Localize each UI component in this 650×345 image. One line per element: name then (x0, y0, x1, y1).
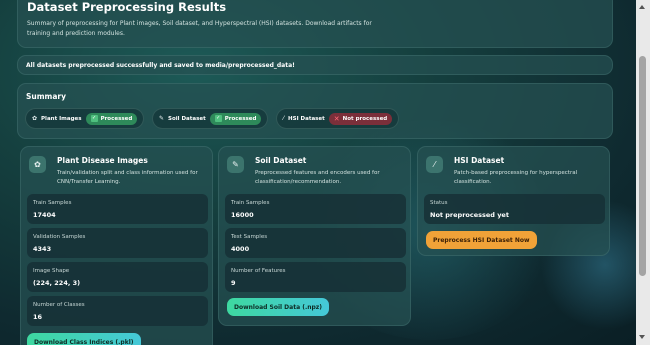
stat-number-of-classes: Number of Classes 16 (27, 296, 208, 326)
page-description: Summary of preprocessing for Plant image… (27, 20, 372, 37)
vertical-scrollbar[interactable] (636, 0, 650, 345)
stat-label: Number of Classes (33, 302, 85, 308)
scroll-down-arrow-icon[interactable] (639, 335, 645, 339)
stat-image-shape: Image Shape (224, 224, 3) (27, 262, 208, 292)
pencil-icon: ✎ (227, 156, 244, 173)
leaf-icon: ✿ (32, 115, 38, 122)
stat-value: 4343 (33, 245, 52, 253)
stat-status: Status Not preprocessed yet (424, 194, 605, 224)
hsi-dataset-card: ⁄ HSI Dataset Patch-based preprocessing … (417, 146, 610, 256)
stat-label: Image Shape (33, 268, 70, 274)
chip-label: HSI Dataset (288, 115, 325, 122)
stat-number-of-features: Number of Features 9 (225, 262, 406, 292)
stat-value: 17404 (33, 211, 56, 219)
preprocess-hsi-button[interactable]: Preprocess HSI Dataset Now (426, 231, 537, 249)
stat-value: 9 (231, 279, 236, 287)
stat-value: Not preprocessed yet (430, 211, 509, 219)
status-text: Processed (224, 115, 257, 122)
check-icon: ✓ (214, 115, 222, 122)
chip-label: Soil Dataset (168, 115, 206, 122)
status-badge: ✓ Processed (209, 112, 262, 125)
stat-test-samples: Test Samples 4000 (225, 228, 406, 258)
success-alert: All datasets preprocessed successfully a… (17, 55, 613, 75)
brush-icon: ⁄ (283, 115, 285, 122)
stat-value: 16 (33, 313, 43, 321)
card-description: Patch-based preprocessing for hyperspect… (454, 170, 578, 185)
status-badge: ✓ Processed (85, 112, 138, 125)
stat-value: 4000 (231, 245, 250, 253)
stat-label: Status (430, 200, 448, 206)
status-badge: ✕ Not processed (328, 112, 393, 125)
scrollbar-thumb[interactable] (639, 56, 646, 276)
stat-value: (224, 224, 3) (33, 279, 81, 287)
stat-validation-samples: Validation Samples 4343 (27, 228, 208, 258)
scroll-up-arrow-icon[interactable] (639, 5, 645, 9)
card-title: Soil Dataset (255, 156, 307, 165)
stat-label: Train Samples (231, 200, 270, 206)
status-text: Not processed (342, 115, 388, 122)
stat-value: 16000 (231, 211, 254, 219)
page-header: Dataset Preprocessing Results Summary of… (17, 0, 613, 48)
summary-chip-hsi: ⁄ HSI Dataset ✕ Not processed (276, 108, 400, 129)
chip-label: Plant Images (41, 115, 82, 122)
stat-label: Test Samples (231, 234, 268, 240)
summary-panel: Summary ✿ Plant Images ✓ Processed ✎ Soi… (17, 83, 613, 139)
stat-label: Train Samples (33, 200, 72, 206)
stat-train-samples: Train Samples 16000 (225, 194, 406, 224)
plant-dataset-card: ✿ Plant Disease Images Train/validation … (20, 146, 213, 345)
stat-label: Number of Features (231, 268, 286, 274)
leaf-icon: ✿ (29, 156, 46, 173)
summary-title: Summary (26, 92, 67, 101)
card-title: HSI Dataset (454, 156, 505, 165)
status-text: Processed (100, 115, 133, 122)
stat-train-samples: Train Samples 17404 (27, 194, 208, 224)
alert-message: All datasets preprocessed successfully a… (26, 62, 295, 69)
brush-icon: ⁄ (426, 156, 443, 173)
download-soil-data-button[interactable]: Download Soil Data (.npz) (227, 298, 330, 316)
page-viewport: Dataset Preprocessing Results Summary of… (0, 0, 636, 345)
summary-chip-soil: ✎ Soil Dataset ✓ Processed (152, 108, 269, 129)
summary-chip-plant: ✿ Plant Images ✓ Processed (25, 108, 145, 129)
card-description: Preprocessed features and encoders used … (255, 170, 380, 185)
download-class-indices-button[interactable]: Download Class Indices (.pkl) (27, 333, 141, 345)
check-icon: ✓ (90, 115, 98, 122)
cross-icon: ✕ (333, 114, 340, 123)
card-description: Train/validation split and class informa… (57, 170, 198, 185)
stat-label: Validation Samples (33, 234, 86, 240)
soil-dataset-card: ✎ Soil Dataset Preprocessed features and… (218, 146, 411, 326)
pencil-icon: ✎ (159, 115, 165, 122)
card-title: Plant Disease Images (57, 156, 148, 165)
page-title: Dataset Preprocessing Results (27, 0, 227, 14)
